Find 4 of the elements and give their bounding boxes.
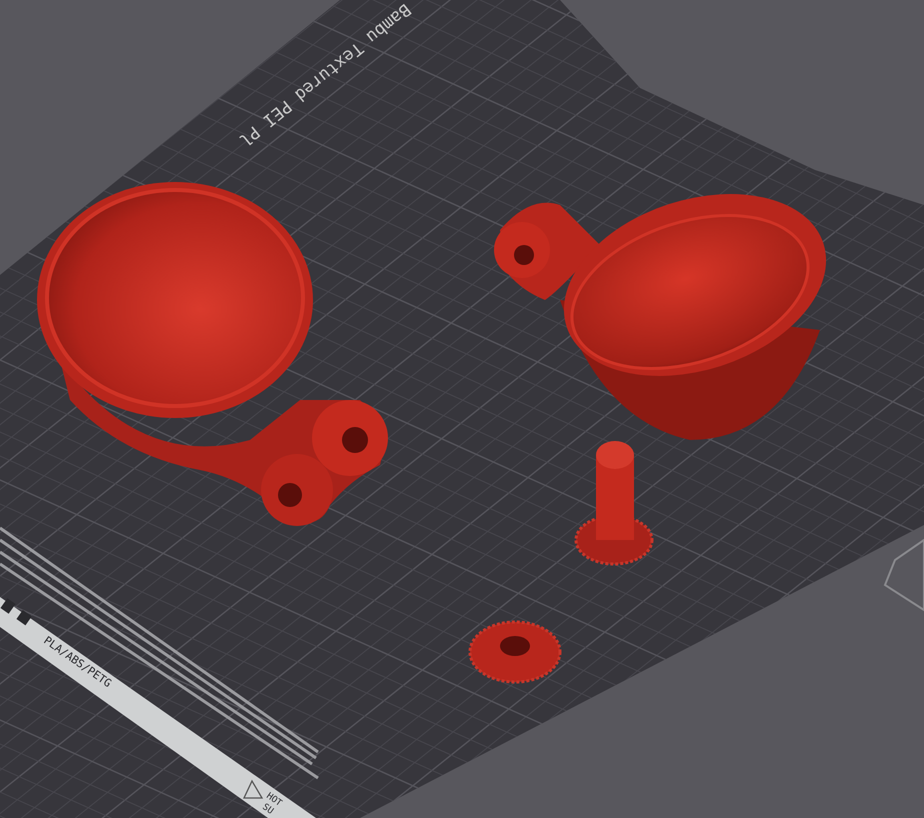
warning-icon [242,780,264,799]
plate-corner-logo-icon [884,538,924,612]
warning-label: SU [260,802,275,817]
plate-symbol-icon [0,598,32,626]
